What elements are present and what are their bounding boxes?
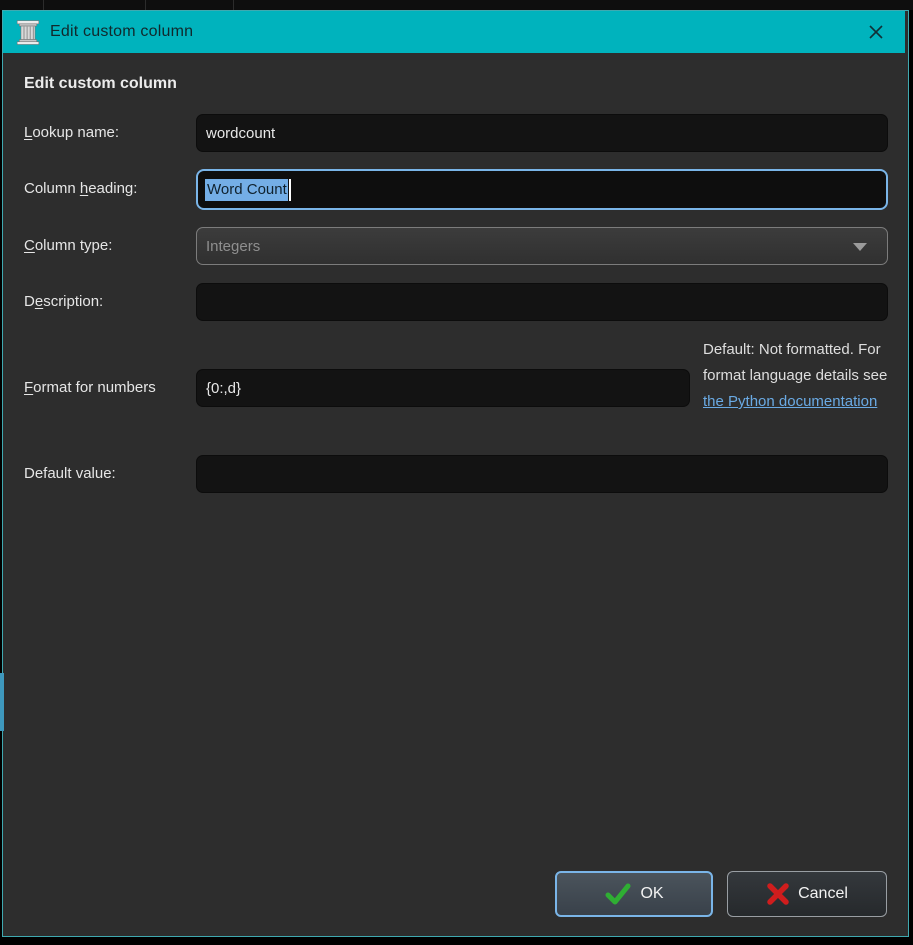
description-input[interactable] bbox=[196, 283, 888, 321]
dropdown-arrow-icon bbox=[853, 243, 867, 251]
ok-button[interactable]: OK bbox=[555, 871, 713, 917]
close-icon bbox=[869, 25, 883, 39]
label-text-segment: h bbox=[79, 180, 89, 197]
tab-separator bbox=[233, 0, 234, 10]
description-label: Description: bbox=[24, 283, 103, 321]
label-text-segment: ookup name: bbox=[32, 124, 120, 141]
label-text-segment: e bbox=[34, 293, 44, 310]
column-type-label: Column type: bbox=[24, 227, 112, 265]
close-button[interactable] bbox=[861, 11, 891, 53]
default-value-input[interactable] bbox=[196, 455, 888, 493]
label-text-segment: C bbox=[24, 237, 35, 254]
check-icon bbox=[605, 883, 631, 905]
format-help-text: Default: Not formatted. For format langu… bbox=[703, 337, 891, 415]
label-text-segment: Column bbox=[24, 180, 80, 197]
column-heading-label: Column heading: bbox=[24, 170, 137, 208]
dialog-title: Edit custom column bbox=[50, 23, 194, 40]
column-heading-input[interactable]: Word Count bbox=[196, 169, 888, 210]
cancel-button-label: Cancel bbox=[798, 885, 848, 902]
default-value-label: Default value: bbox=[24, 455, 116, 493]
label-text-segment: Default value: bbox=[24, 465, 116, 482]
lookup-name-label: Lookup name: bbox=[24, 114, 119, 152]
help-text: Default: Not formatted. For format langu… bbox=[703, 341, 888, 384]
selected-option: Integers bbox=[206, 237, 261, 255]
cancel-x-icon bbox=[767, 883, 789, 905]
ok-button-label: OK bbox=[640, 885, 664, 902]
custom-column-icon bbox=[16, 20, 40, 45]
input-value: wordcount bbox=[206, 124, 276, 142]
label-text-segment: eading: bbox=[88, 180, 138, 197]
label-text-segment: ormat for numbers bbox=[33, 379, 156, 396]
cancel-button[interactable]: Cancel bbox=[727, 871, 887, 917]
label-text-segment: F bbox=[24, 379, 34, 396]
selected-text: Word Count bbox=[205, 178, 288, 201]
column-type-select: Integers bbox=[196, 227, 888, 265]
text-cursor bbox=[288, 178, 291, 201]
tab-separator bbox=[145, 0, 146, 10]
format-input[interactable]: {0:,d} bbox=[196, 369, 690, 407]
edit-custom-column-dialog: Edit custom column Edit custom column Lo… bbox=[2, 10, 909, 937]
dialog-heading: Edit custom column bbox=[24, 75, 177, 92]
label-text-segment: D bbox=[24, 293, 35, 310]
background-scrollbar-fragment bbox=[0, 673, 4, 731]
tab-separator bbox=[43, 0, 44, 10]
label-text-segment: scription: bbox=[43, 293, 104, 310]
input-value: {0:,d} bbox=[206, 379, 242, 397]
lookup-name-input[interactable]: wordcount bbox=[196, 114, 888, 152]
label-text-segment: olumn type: bbox=[34, 237, 113, 254]
dialog-titlebar[interactable]: Edit custom column bbox=[3, 11, 905, 53]
python-documentation-link[interactable]: the Python documentation bbox=[703, 393, 877, 410]
background-tab-strip bbox=[0, 0, 913, 10]
format-label: Format for numbers bbox=[24, 369, 156, 407]
